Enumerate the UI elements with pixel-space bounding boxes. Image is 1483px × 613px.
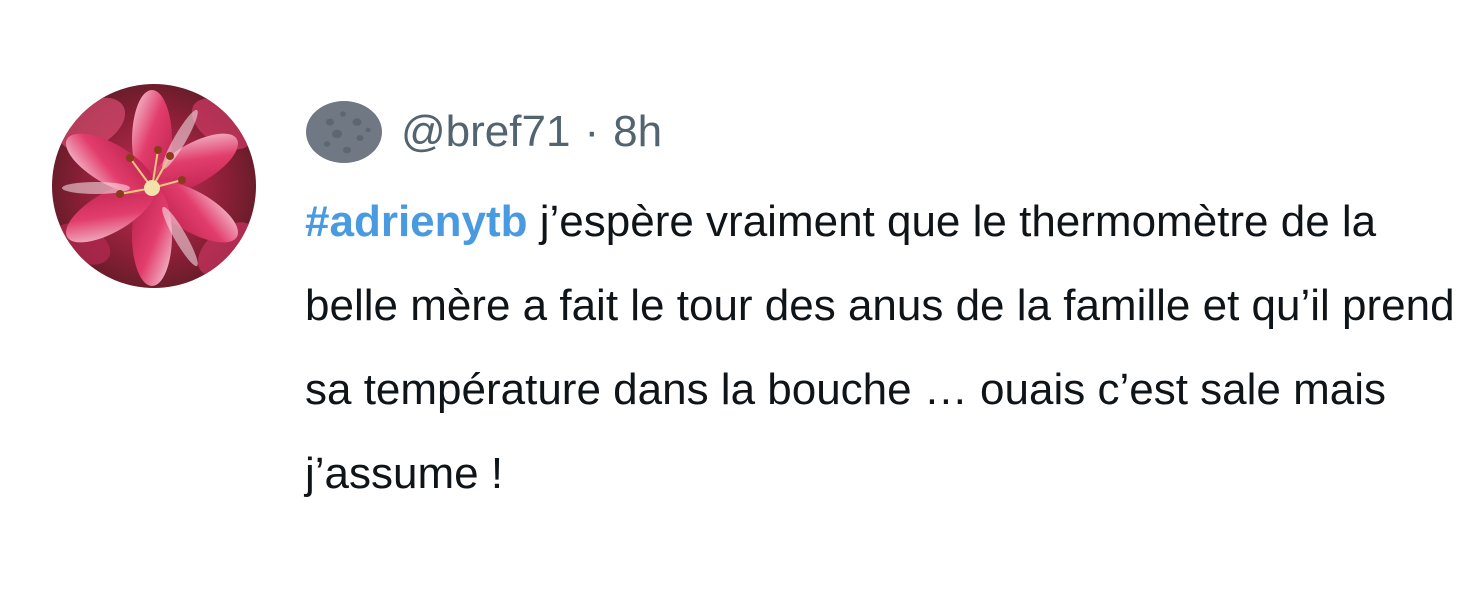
tweet-meta: @bref71 · 8h bbox=[305, 98, 662, 166]
moon-icon[interactable] bbox=[305, 100, 383, 164]
user-handle[interactable]: @bref71 bbox=[401, 107, 570, 157]
meta-separator: · bbox=[584, 107, 600, 156]
tweet-text: #adrienytb j’espère vraiment que le ther… bbox=[305, 180, 1475, 516]
lily-flower-avatar-image bbox=[52, 84, 256, 288]
avatar[interactable] bbox=[52, 84, 256, 288]
tweet: @bref71 · 8h #adrienytb j’espère vraimen… bbox=[0, 0, 1483, 613]
hashtag-link[interactable]: #adrienytb bbox=[305, 197, 528, 246]
tweet-timestamp[interactable]: 8h bbox=[613, 107, 662, 157]
